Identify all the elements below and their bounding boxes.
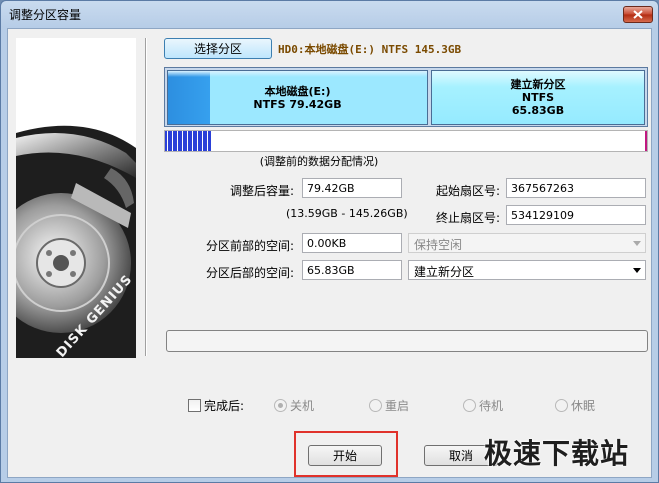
radio-shutdown[interactable]: 关机 [274,397,314,414]
space-before-label: 分区前部的空间: [205,239,294,253]
dialog-window: 调整分区容量 DISK GENIUS 选择分区 HD0:本地磁盘(E:) NTF… [0,0,659,483]
end-sector-input[interactable]: 534129109 [506,205,646,225]
partition-e-name: 本地磁盘(E:) [264,84,331,98]
operation-progress-bar [166,330,648,352]
space-before-input[interactable]: 0.00KB [302,233,402,253]
select-partition-button[interactable]: 选择分区 [164,38,272,59]
disk-info-label: HD0:本地磁盘(E:) NTFS 145.3GB [278,43,462,56]
chevron-down-icon [633,241,641,246]
radio-icon [555,399,568,412]
disk-genius-brand-image: DISK GENIUS [16,38,136,358]
radio-standby-label: 待机 [479,399,504,413]
partition-segment-new[interactable]: 建立新分区 NTFS 65.83GB [431,70,645,125]
panel-divider [145,38,147,356]
map-caption: (调整前的数据分配情况) [259,155,379,168]
space-after-input[interactable]: 65.83GB [302,260,402,280]
space-before-action-value: 保持空闲 [414,238,463,252]
radio-hibernate-label: 休眠 [571,399,596,413]
space-after-label: 分区后部的空间: [205,266,294,280]
start-button[interactable]: 开始 [308,445,382,466]
close-button[interactable] [623,6,653,23]
chevron-down-icon [633,268,641,273]
space-after-action-value: 建立新分区 [414,265,475,279]
hard-disk-illustration: DISK GENIUS [16,38,136,358]
radio-shutdown-label: 关机 [290,399,315,413]
dialog-body: DISK GENIUS 选择分区 HD0:本地磁盘(E:) NTFS 145.3… [7,28,652,478]
start-sector-input[interactable]: 367567263 [506,178,646,198]
size-range-hint: (13.59GB - 145.26GB) [286,207,408,220]
radio-restart-label: 重启 [385,399,410,413]
data-distribution-bar [164,130,648,152]
data-distribution-used [165,131,212,151]
start-sector-label: 起始扇区号: [435,184,500,198]
new-partition-size: 65.83GB [511,104,565,117]
checkbox-icon [188,399,201,412]
size-after-input[interactable]: 79.42GB [302,178,402,198]
partition-segment-e[interactable]: 本地磁盘(E:) NTFS 79.42GB [167,70,428,125]
radio-restart[interactable]: 重启 [369,397,409,414]
data-distribution-end-marker [645,131,647,151]
radio-icon [369,399,382,412]
on-complete-label: 完成后: [204,399,245,413]
partition-e-detail: NTFS 79.42GB [253,97,342,111]
watermark-text: 极速下载站 [484,437,630,470]
radio-hibernate[interactable]: 休眠 [555,397,595,414]
radio-icon [463,399,476,412]
title-bar: 调整分区容量 [1,1,658,29]
partition-map: 本地磁盘(E:) NTFS 79.42GB 建立新分区 NTFS 65.83GB [164,67,648,127]
size-after-label: 调整后容量: [229,184,294,198]
new-partition-fs: NTFS [521,91,555,104]
end-sector-label: 终止扇区号: [435,211,500,225]
on-complete-checkbox[interactable]: 完成后: [188,397,244,414]
radio-standby[interactable]: 待机 [463,397,503,414]
close-icon [633,10,643,19]
radio-selected-icon [274,399,287,412]
space-before-action-select[interactable]: 保持空闲 [408,233,646,253]
window-title: 调整分区容量 [9,8,82,22]
new-partition-name: 建立新分区 [510,78,566,91]
space-after-action-select[interactable]: 建立新分区 [408,260,646,280]
